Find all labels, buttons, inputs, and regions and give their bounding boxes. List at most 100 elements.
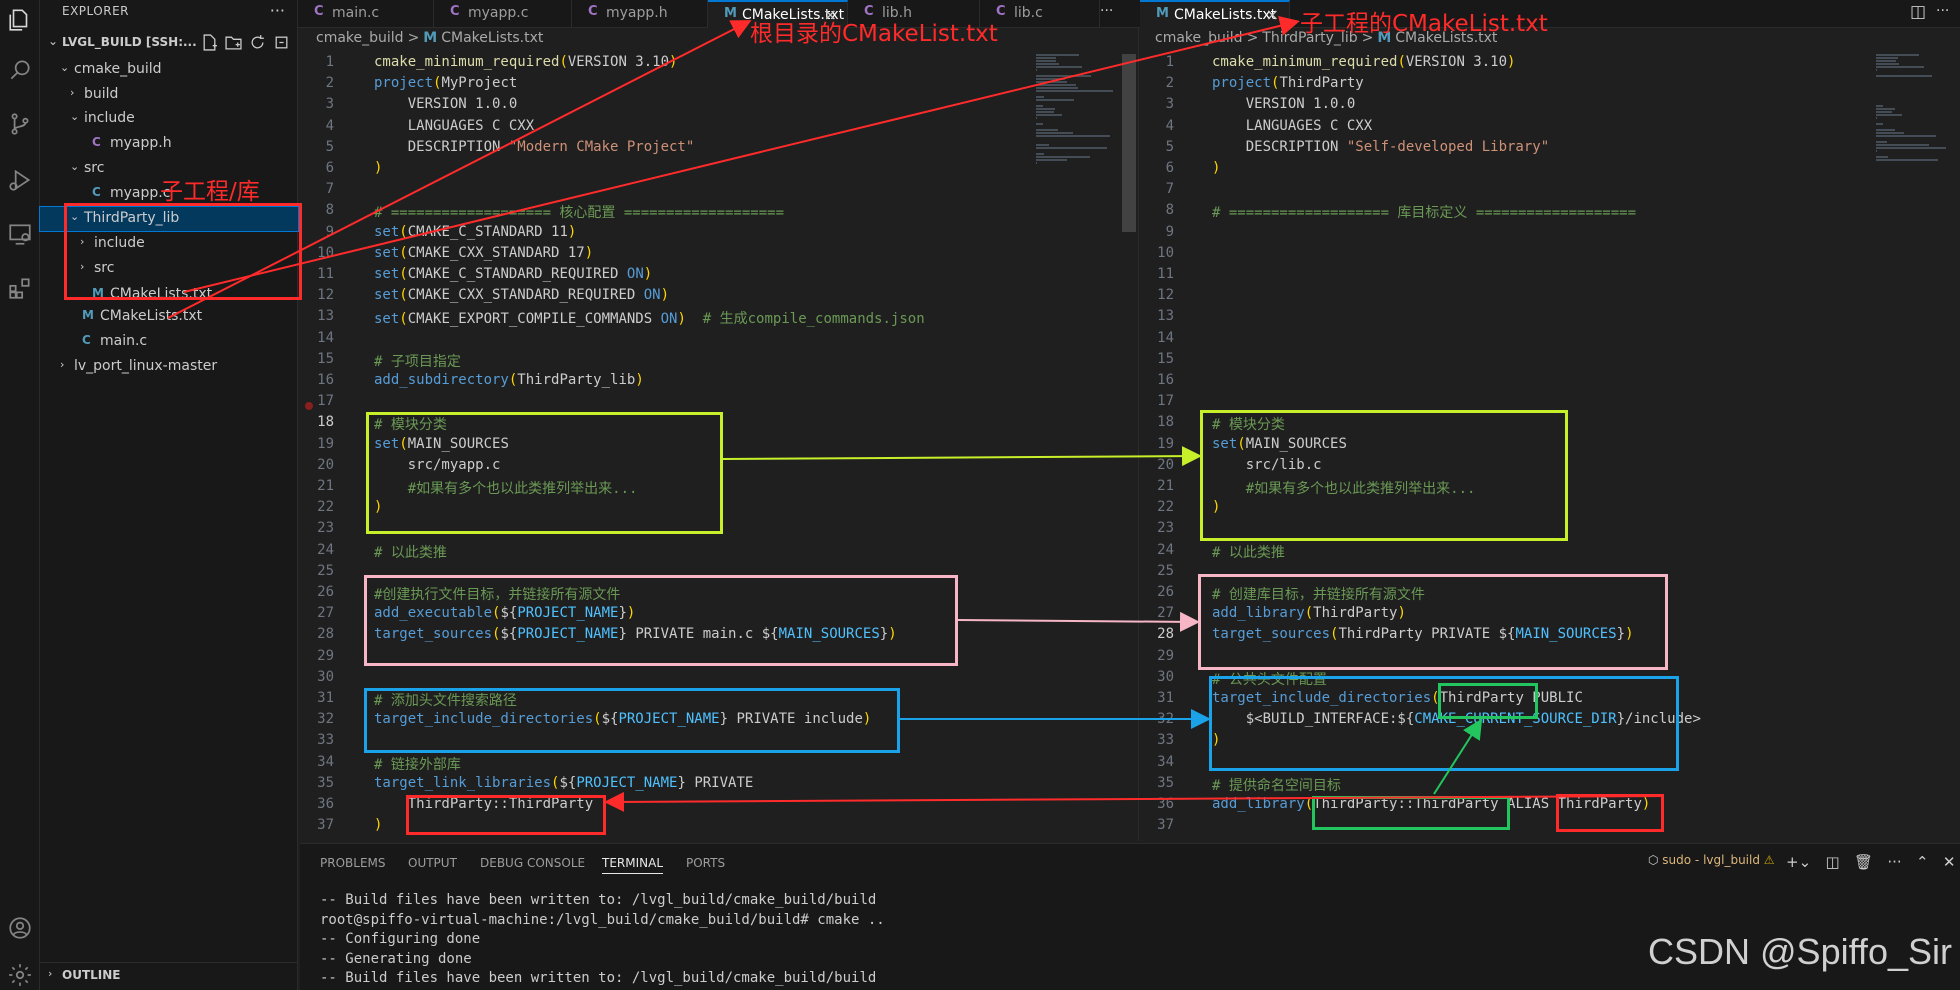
- line-number: 15: [317, 350, 334, 367]
- terminal-line: -- Generating done: [320, 950, 472, 967]
- code-text: set(MAIN_SOURCES: [1212, 436, 1347, 452]
- collapse-all-icon[interactable]: [273, 34, 290, 51]
- settings-gear-icon[interactable]: [0, 955, 40, 990]
- tree-item-label: include: [94, 235, 145, 251]
- breadcrumb-segment[interactable]: cmake_build: [316, 30, 404, 46]
- code-text: # 提供命名空间目标: [1212, 775, 1341, 795]
- maximize-panel-icon[interactable]: ⌃: [1916, 853, 1929, 871]
- code-text: VERSION 1.0.0: [1212, 96, 1356, 113]
- remote-explorer-icon[interactable]: [0, 214, 40, 254]
- code-token: # 生成compile_commands.json: [685, 311, 925, 328]
- line-number: 32: [1157, 711, 1174, 728]
- tab-cmakelists-txt[interactable]: M CMakeLists.txt ×: [1140, 0, 1290, 28]
- tree-item-main-c[interactable]: Cmain.c: [40, 330, 298, 354]
- code-text: set(CMAKE_CXX_STANDARD 17): [374, 245, 593, 261]
- tab-lib-c[interactable]: Clib.c: [980, 0, 1100, 28]
- tab-main-c[interactable]: Cmain.c: [298, 0, 434, 28]
- code-token: }: [1616, 626, 1626, 643]
- code-token: ): [1625, 626, 1634, 643]
- breadcrumb-segment[interactable]: cmake_build: [1155, 30, 1243, 46]
- extensions-icon[interactable]: [0, 268, 40, 308]
- close-icon[interactable]: ×: [1266, 5, 1279, 24]
- workspace-name: LVGL_BUILD [SSH:...: [62, 35, 197, 49]
- minimap-right[interactable]: [1872, 54, 1960, 841]
- panel-tab-ports[interactable]: PORTS: [686, 856, 725, 870]
- line-number: 20: [1157, 456, 1174, 473]
- code-token: VERSION 1.0.0: [1212, 96, 1356, 113]
- tab-myapp-h[interactable]: Cmyapp.h: [572, 0, 708, 28]
- tabs-more-icon[interactable]: ···: [1100, 3, 1113, 19]
- tree-item-cmakelists-txt[interactable]: M CMakeLists.txt: [40, 305, 298, 329]
- panel-tab-output[interactable]: OUTPUT: [408, 856, 457, 870]
- trash-icon[interactable]: 🗑: [1854, 853, 1873, 871]
- tree-item-lv-port-linux-master[interactable]: › lv_port_linux-master: [40, 355, 298, 379]
- code-token: ): [374, 817, 383, 834]
- code-token: ThirdParty_lib: [517, 372, 636, 388]
- code-text: src/lib.c: [1212, 457, 1322, 473]
- line-number: 3: [325, 96, 334, 113]
- account-icon[interactable]: [0, 908, 40, 948]
- explorer-more-icon[interactable]: ···: [270, 1, 285, 20]
- code-text: LANGUAGES C CXX: [1212, 118, 1372, 134]
- code-token: DESCRIPTION: [1212, 138, 1347, 155]
- code-token: target_include_directories: [374, 711, 594, 728]
- workspace-header[interactable]: ⌄ LVGL_BUILD [SSH:...: [40, 32, 298, 54]
- line-number: 27: [1157, 605, 1174, 622]
- editor-left[interactable]: 1 cmake_minimum_required(VERSION 3.10) 2 pr…: [300, 54, 1120, 841]
- run-debug-icon[interactable]: [0, 160, 40, 200]
- split-editor-icon[interactable]: ◫: [1910, 2, 1926, 22]
- split-terminal-icon[interactable]: ◫: [1825, 853, 1839, 871]
- tree-item-thirdparty-lib[interactable]: ⌄ ThirdParty_lib: [39, 206, 299, 232]
- code-token: DESCRIPTION: [374, 138, 509, 155]
- editor-right[interactable]: 1 cmake_minimum_required(VERSION 3.10) 2 pr…: [1140, 54, 1870, 841]
- more-actions-icon[interactable]: ···: [1887, 853, 1901, 871]
- line-number: 32: [317, 711, 334, 728]
- tree-item-src[interactable]: › src: [40, 257, 298, 281]
- activity-bar: [0, 0, 40, 990]
- breakpoint-dot[interactable]: [305, 402, 313, 410]
- terminal-instance[interactable]: ⬡ sudo - lvgl_build ⚠: [1648, 853, 1775, 867]
- scrollbar-left[interactable]: [1122, 54, 1136, 232]
- minimap-line: [1876, 123, 1884, 125]
- line-number: 3: [1165, 96, 1174, 113]
- minimap-line: [1036, 75, 1092, 77]
- line-number: 25: [1157, 562, 1174, 579]
- code-token: CMAKE_C_STANDARD 11: [407, 223, 568, 240]
- tree-item-cmake-build[interactable]: ⌄ cmake_build: [40, 58, 298, 82]
- code-token: CMAKE_EXPORT_COMPILE_COMMANDS: [407, 311, 661, 328]
- editor-more-icon[interactable]: ···: [1936, 3, 1949, 19]
- explorer-icon[interactable]: [0, 0, 40, 40]
- panel-tab-debug-console[interactable]: DEBUG CONSOLE: [480, 856, 585, 870]
- code-text: # 链接外部库: [374, 754, 461, 774]
- close-panel-icon[interactable]: ✕: [1943, 853, 1956, 871]
- panel-tab-terminal[interactable]: TERMINAL: [602, 856, 664, 874]
- code-text: cmake_minimum_required(VERSION 3.10): [1212, 54, 1515, 70]
- new-folder-icon[interactable]: [225, 34, 242, 51]
- panel-tab-problems[interactable]: PROBLEMS: [320, 856, 386, 870]
- minimap-line: [1036, 105, 1044, 107]
- line-number: 37: [317, 817, 334, 834]
- search-icon[interactable]: [0, 50, 40, 90]
- editor-divider[interactable]: [1138, 28, 1139, 841]
- source-control-icon[interactable]: [0, 104, 40, 144]
- tree-item-myapp-h[interactable]: Cmyapp.h: [40, 132, 298, 156]
- tab-myapp-c[interactable]: Cmyapp.c: [434, 0, 572, 28]
- tree-item-include[interactable]: › include: [40, 232, 298, 256]
- minimap-line: [1036, 87, 1078, 89]
- code-token: # 公共头文件配置: [1212, 671, 1327, 688]
- line-number: 31: [317, 690, 334, 706]
- code-token: cmake_minimum_required: [1212, 54, 1398, 70]
- tree-item-cmakelists-txt[interactable]: M CMakeLists.txt: [40, 283, 298, 307]
- minimap-left[interactable]: [1032, 54, 1122, 841]
- new-file-icon[interactable]: [201, 34, 218, 51]
- code-token: MAIN_SOURCES: [1245, 435, 1347, 452]
- tree-item-include[interactable]: ⌄ include: [40, 107, 298, 131]
- outline-section[interactable]: › OUTLINE: [40, 962, 298, 984]
- code-token: ): [888, 626, 897, 643]
- breadcrumb-left[interactable]: cmake_build > M CMakeLists.txt: [316, 30, 547, 52]
- code-token: # =================== 库目标定义 ============…: [1212, 205, 1637, 222]
- refresh-icon[interactable]: [249, 34, 266, 51]
- tree-item-build[interactable]: › build: [40, 83, 298, 107]
- new-terminal-icon[interactable]: +⌄: [1786, 853, 1811, 871]
- breadcrumb-segment[interactable]: CMakeLists.txt: [441, 30, 543, 46]
